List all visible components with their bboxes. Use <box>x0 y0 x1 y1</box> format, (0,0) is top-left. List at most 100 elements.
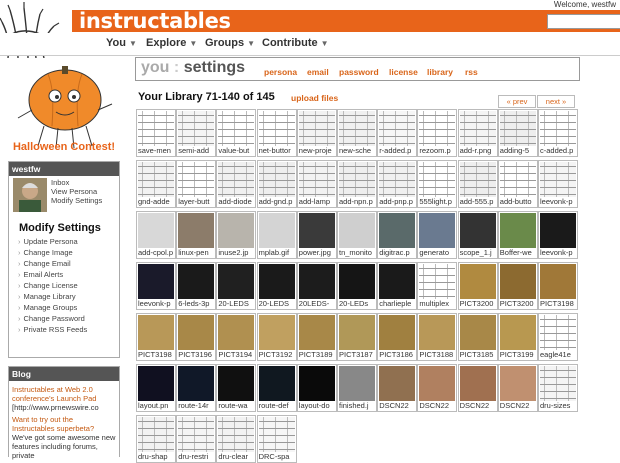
search-input[interactable] <box>547 14 620 29</box>
library-thumbnail[interactable]: eagle41e <box>538 313 578 361</box>
change-image-link[interactable]: › Change Image <box>18 248 73 257</box>
avatar[interactable] <box>13 178 47 212</box>
prev-button[interactable]: « prev <box>498 95 536 108</box>
library-thumbnail[interactable]: PICT3192 <box>256 313 297 361</box>
library-thumbnail[interactable]: PICT3194 <box>216 313 257 361</box>
library-thumbnail[interactable]: net-buttor <box>256 109 297 157</box>
library-thumbnail[interactable]: add-npn.p <box>337 160 377 208</box>
library-thumbnail[interactable]: PICT3187 <box>337 313 377 361</box>
library-thumbnail[interactable]: new-proje <box>296 109 337 157</box>
tab-persona[interactable]: persona <box>264 67 297 77</box>
view-persona-link[interactable]: View Persona <box>51 187 97 196</box>
library-thumbnail[interactable]: leevonk-p <box>538 211 578 259</box>
library-thumbnail[interactable]: charlieple <box>377 262 418 310</box>
library-thumbnail[interactable]: tn_monito <box>337 211 377 259</box>
library-thumbnail[interactable]: PICT3189 <box>296 313 337 361</box>
thumbnail-image <box>499 162 536 197</box>
nav-contribute[interactable]: Contribute ▼ <box>262 37 329 49</box>
library-thumbnail[interactable]: new-sche <box>337 109 377 157</box>
library-thumbnail[interactable]: layer-butt <box>176 160 217 208</box>
library-thumbnail[interactable]: 6-leds-3p <box>176 262 217 310</box>
library-thumbnail[interactable]: DSCN22 <box>417 364 458 412</box>
library-thumbnail[interactable]: dru-sizes <box>538 364 578 412</box>
library-thumbnail[interactable]: PICT3199 <box>497 313 538 361</box>
library-thumbnail[interactable]: inuse2.jp <box>216 211 257 259</box>
tab-rss[interactable]: rss <box>465 67 478 77</box>
library-thumbnail[interactable]: generato <box>417 211 458 259</box>
library-thumbnail[interactable]: add-555.p <box>457 160 498 208</box>
manage-library-link[interactable]: › Manage Library <box>18 292 76 301</box>
library-thumbnail[interactable]: linux-pen <box>176 211 217 259</box>
library-thumbnail[interactable]: mplab.gif <box>256 211 297 259</box>
library-thumbnail[interactable]: PICT3200 <box>497 262 538 310</box>
library-thumbnail[interactable]: r-added.p <box>377 109 418 157</box>
library-thumbnail[interactable]: add-cpol.p <box>136 211 176 259</box>
library-thumbnail[interactable]: power.jpg <box>296 211 337 259</box>
library-thumbnail[interactable]: PICT3196 <box>176 313 217 361</box>
upload-files-link[interactable]: upload files <box>291 93 338 103</box>
library-thumbnail[interactable]: save-men <box>136 109 176 157</box>
modify-settings-link[interactable]: Modify Settings <box>51 196 102 205</box>
library-thumbnail[interactable]: route-def <box>256 364 297 412</box>
library-thumbnail[interactable]: 20-LEDs <box>337 262 377 310</box>
library-thumbnail[interactable]: 555light.p <box>417 160 458 208</box>
library-thumbnail[interactable]: 20-LEDS <box>256 262 297 310</box>
halloween-contest-link[interactable]: Halloween Contest! <box>8 141 120 153</box>
nav-you[interactable]: You ▼ <box>106 37 137 49</box>
library-thumbnail[interactable]: leevonk-p <box>538 160 578 208</box>
tab-library[interactable]: library <box>427 67 453 77</box>
library-thumbnail[interactable]: route-14r <box>176 364 217 412</box>
manage-groups-link[interactable]: › Manage Groups <box>18 303 77 312</box>
change-password-link[interactable]: › Change Password <box>18 314 85 323</box>
inbox-link[interactable]: Inbox <box>51 178 69 187</box>
blog-post-link[interactable]: Want to try out the Instructables superb… <box>9 415 119 433</box>
library-thumbnail[interactable]: rezoom.p <box>417 109 458 157</box>
library-thumbnail[interactable]: add-diode <box>216 160 257 208</box>
library-thumbnail[interactable]: PICT3200 <box>457 262 498 310</box>
library-thumbnail[interactable]: leevonk-p <box>136 262 176 310</box>
library-thumbnail[interactable]: add-pnp.p <box>377 160 418 208</box>
tab-password[interactable]: password <box>339 67 379 77</box>
library-thumbnail[interactable]: DSCN22 <box>457 364 498 412</box>
email-alerts-link[interactable]: › Email Alerts <box>18 270 63 279</box>
library-thumbnail[interactable]: value-but <box>216 109 257 157</box>
update-persona-link[interactable]: › Update Persona <box>18 237 78 246</box>
change-license-link[interactable]: › Change License <box>18 281 78 290</box>
tab-email[interactable]: email <box>307 67 329 77</box>
library-thumbnail[interactable]: PICT3186 <box>377 313 418 361</box>
change-email-link[interactable]: › Change Email <box>18 259 71 268</box>
library-thumbnail[interactable]: 20LEDS- <box>296 262 337 310</box>
library-thumbnail[interactable]: add-gnd.p <box>256 160 297 208</box>
library-thumbnail[interactable]: adding-5 <box>497 109 538 157</box>
library-thumbnail[interactable]: digitrac.p <box>377 211 418 259</box>
library-thumbnail[interactable]: scope_1.j <box>457 211 498 259</box>
library-thumbnail[interactable]: Boffer-we <box>497 211 538 259</box>
library-thumbnail[interactable]: multiplex <box>417 262 458 310</box>
site-logo[interactable]: instructables <box>79 9 231 33</box>
library-thumbnail[interactable]: route-wa <box>216 364 257 412</box>
library-thumbnail[interactable]: add-r.png <box>457 109 498 157</box>
library-thumbnail[interactable]: add-lamp <box>296 160 337 208</box>
library-thumbnail[interactable]: DSCN22 <box>377 364 418 412</box>
nav-explore[interactable]: Explore ▼ <box>146 37 197 49</box>
blog-post-link[interactable]: Instructables at Web 2.0 conference's La… <box>9 385 119 403</box>
library-thumbnail[interactable]: semi-add <box>176 109 217 157</box>
library-thumbnail[interactable]: 20-LEDS <box>216 262 257 310</box>
next-button[interactable]: next » <box>537 95 575 108</box>
thumbnail-caption: PICT3198 <box>540 299 574 308</box>
library-thumbnail[interactable]: DSCN22 <box>497 364 538 412</box>
library-thumbnail[interactable]: c-added.p <box>538 109 578 157</box>
nav-groups[interactable]: Groups ▼ <box>205 37 255 49</box>
library-thumbnail[interactable]: layout.pn <box>136 364 176 412</box>
library-thumbnail[interactable]: PICT3185 <box>457 313 498 361</box>
private-rss-feeds-link[interactable]: › Private RSS Feeds <box>18 325 87 334</box>
tab-license[interactable]: license <box>389 67 418 77</box>
library-thumbnail[interactable]: PICT3198 <box>136 313 176 361</box>
library-thumbnail[interactable]: PICT3198 <box>538 262 578 310</box>
library-thumbnail[interactable]: PICT3188 <box>417 313 458 361</box>
library-thumbnail[interactable]: gnd-adde <box>136 160 176 208</box>
library-thumbnail[interactable]: finished.j <box>337 364 377 412</box>
thumbnail-caption: leevonk-p <box>540 197 573 206</box>
library-thumbnail[interactable]: layout-do <box>296 364 337 412</box>
library-thumbnail[interactable]: add-butto <box>497 160 538 208</box>
